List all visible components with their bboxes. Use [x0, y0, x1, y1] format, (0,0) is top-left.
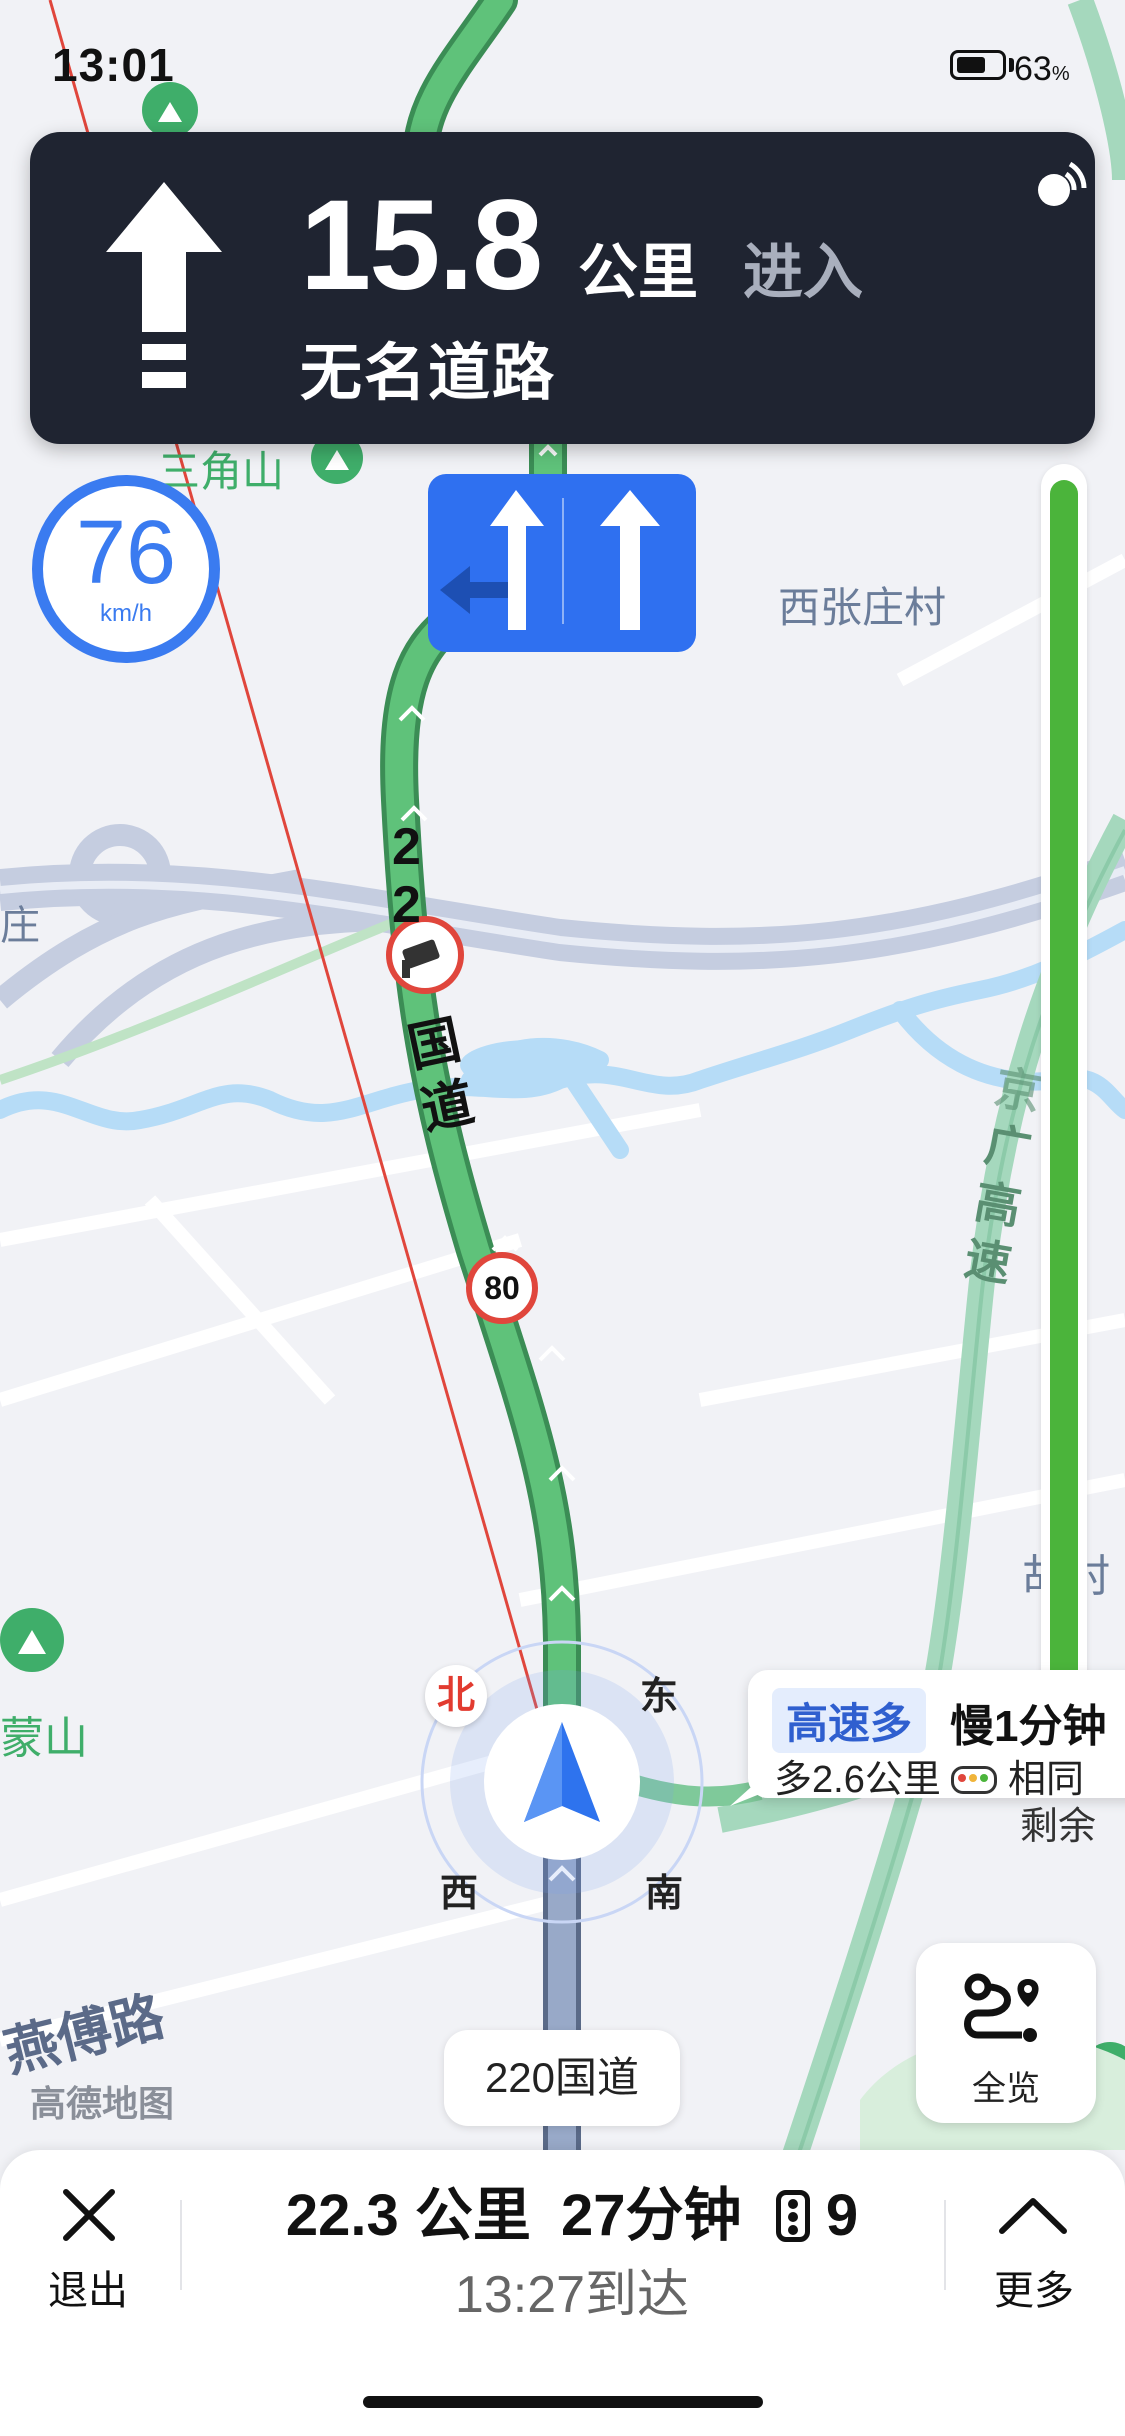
- trip-duration: 27分钟: [561, 2183, 742, 2248]
- voice-broadcast-icon[interactable]: [1030, 154, 1090, 214]
- battery-unit: %: [1051, 63, 1070, 85]
- traffic-light-icon: [775, 2189, 810, 2242]
- village-label: 西张庄村: [778, 584, 947, 631]
- remaining-label: 剩余: [1020, 1806, 1097, 1848]
- compass-west: 西: [440, 1873, 479, 1915]
- bubble-pointer: [730, 1770, 770, 1806]
- battery-value: 63: [1014, 50, 1052, 88]
- alt-route-distance-diff: 多2.6公里: [774, 1759, 941, 1801]
- poi-label[interactable]: 蒙山: [0, 1702, 88, 1766]
- overview-button[interactable]: 全览: [916, 1943, 1096, 2123]
- trip-distance: 22.3 公里: [285, 2183, 531, 2248]
- trip-summary: 22.3 公里 27分钟 9: [262, 2168, 882, 2252]
- route-road-char: 2: [392, 818, 421, 876]
- guidance-unit: 公里: [578, 239, 698, 306]
- speed-limit-sign: 80: [466, 1252, 538, 1324]
- guidance-road-name: 无名道路: [300, 339, 557, 408]
- chevron-up-icon[interactable]: [998, 2195, 1068, 2235]
- route-progress-fill: [1050, 480, 1078, 1730]
- current-speed-indicator: 76 km/h: [32, 475, 220, 663]
- alt-route-time-diff: 慢1分钟: [950, 1702, 1107, 1751]
- map-watermark: 高德地图: [30, 2083, 175, 2124]
- turn-guidance-panel[interactable]: 15.8 公里 进入 无名道路: [30, 132, 1095, 444]
- status-time: 13:01: [52, 39, 175, 91]
- route-overview-icon: [964, 1973, 1039, 2042]
- exit-button[interactable]: 退出: [48, 2258, 128, 2316]
- alt-route-detail: 多2.6公里 相同: [774, 1748, 1084, 1803]
- route-road-char: 2: [392, 876, 421, 934]
- battery-percent: 63%: [1014, 50, 1070, 89]
- route-road-vertical-label: 2 2: [392, 818, 421, 934]
- compass-north[interactable]: 北: [425, 1665, 487, 1727]
- straight-lane-icon: [600, 490, 660, 630]
- alt-route-tag: 高速多: [772, 1688, 927, 1753]
- alt-route-lights-diff: 相同: [1007, 1759, 1084, 1801]
- battery-icon: [950, 50, 1006, 80]
- guidance-action: 进入: [743, 239, 863, 306]
- close-icon[interactable]: [62, 2188, 116, 2242]
- speed-value: 76: [75, 503, 177, 603]
- compass-east: 东: [640, 1676, 679, 1718]
- straight-arrow-icon: [106, 182, 222, 388]
- place-label: 庄: [0, 904, 40, 948]
- guidance-distance: 15.8: [300, 174, 543, 317]
- home-indicator[interactable]: [363, 2396, 763, 2408]
- traffic-lights-count: 9: [825, 2183, 859, 2248]
- left-turn-straight-lane-icon: [440, 490, 544, 630]
- divider: [180, 2200, 182, 2290]
- compass-south: 南: [645, 1873, 684, 1915]
- lane-divider: [562, 498, 564, 624]
- speed-unit: km/h: [99, 600, 152, 627]
- divider: [944, 2200, 946, 2290]
- traffic-light-icon: [951, 1765, 998, 1794]
- more-button[interactable]: 更多: [994, 2258, 1074, 2316]
- current-road-label: 220国道: [444, 2030, 680, 2126]
- trip-eta: 13:27到达: [454, 2266, 690, 2324]
- overview-label: 全览: [972, 2070, 1040, 2108]
